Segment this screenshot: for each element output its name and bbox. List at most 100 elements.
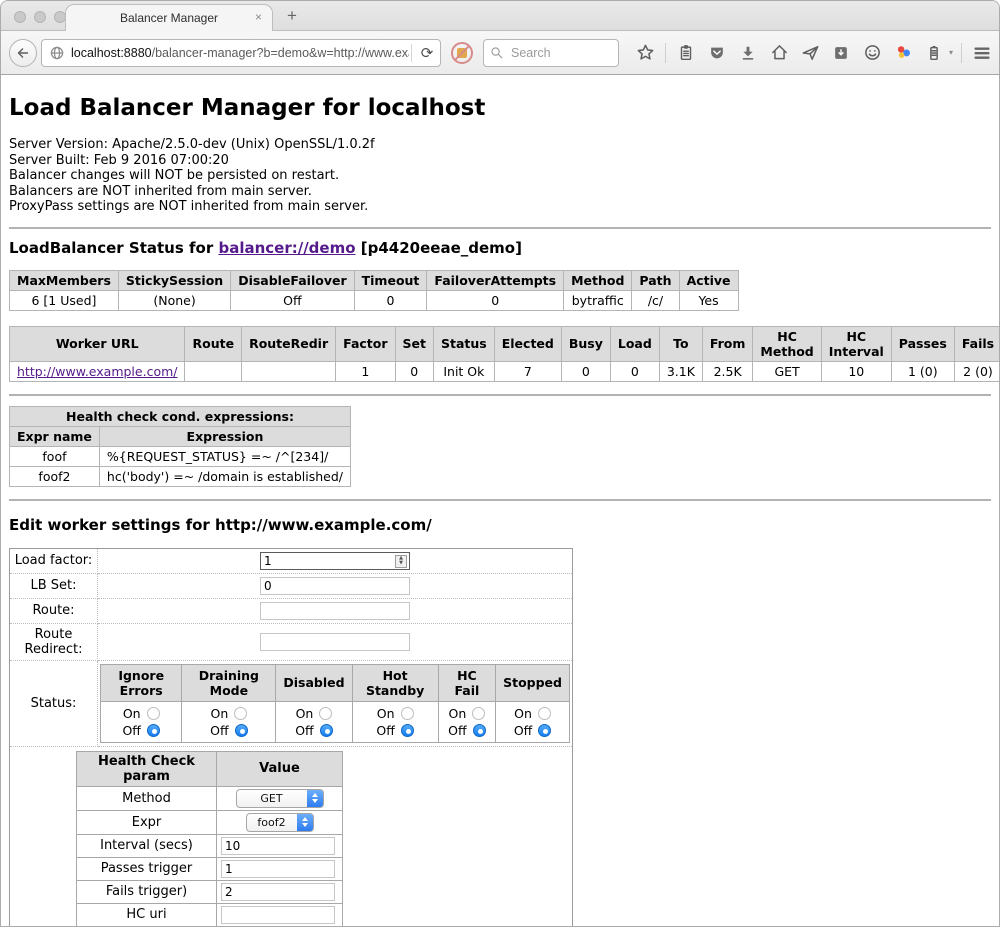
column-header: Hot Standby (352, 664, 438, 701)
table-cell: %{REQUEST_STATUS} =~ /^[234]/ (99, 446, 350, 466)
disabled-off-radio[interactable] (320, 724, 333, 737)
column-header: StickySession (118, 270, 230, 290)
edit-worker-form: Load factor: ▲▼ LB Set: Route: (9, 548, 573, 927)
column-header: MaxMembers (10, 270, 119, 290)
route-redirect-label: Route Redirect: (10, 623, 98, 660)
draining-mode-off-radio[interactable] (235, 724, 248, 737)
lb-set-input[interactable] (260, 577, 410, 595)
reading-list-icon[interactable] (674, 41, 698, 65)
pocket-icon[interactable] (705, 41, 729, 65)
hc-interval-input[interactable] (221, 837, 335, 855)
search-bar[interactable] (483, 39, 619, 67)
globe-icon (49, 45, 65, 61)
hc-method-label: Method (77, 786, 217, 810)
column-header: Fails (954, 326, 999, 361)
ignore-errors-on-radio[interactable] (147, 707, 160, 720)
table-cell: Off (231, 290, 354, 310)
column-header: Set (395, 326, 433, 361)
table-cell: 1 (336, 361, 395, 381)
page-title: Load Balancer Manager for localhost (9, 95, 991, 121)
status-toggle-table: Ignore Errors Draining Mode Disabled Hot… (100, 664, 570, 743)
server-built-line: Server Built: Feb 9 2016 07:00:20 (9, 153, 991, 169)
table-cell: 0 (561, 361, 610, 381)
health-check-param-table: Health Check param Value Method GET (76, 751, 343, 927)
column-header: Path (632, 270, 679, 290)
stopped-on-radio[interactable] (538, 707, 551, 720)
menu-hamburger-icon[interactable] (970, 41, 994, 65)
minimize-window-button[interactable] (34, 11, 46, 23)
number-spinner-icon[interactable]: ▲▼ (395, 555, 407, 568)
balancer-demo-link[interactable]: balancer://demo (218, 239, 355, 257)
search-input[interactable] (509, 45, 609, 61)
column-header: HC Fail (438, 664, 495, 701)
disabled-on-radio[interactable] (319, 707, 332, 720)
back-button[interactable] (9, 39, 37, 67)
url-bar[interactable]: localhost:8880/balancer-manager?b=demo&w… (41, 39, 441, 67)
hc-passes-input[interactable] (221, 860, 335, 878)
battery-extension-icon[interactable] (922, 41, 946, 65)
draining-mode-on-radio[interactable] (234, 707, 247, 720)
off-label: Off (122, 722, 140, 739)
select-arrows-icon (307, 789, 323, 808)
hc-method-select[interactable]: GET (236, 789, 324, 808)
table-cell: foof2 (10, 466, 100, 486)
divider (9, 499, 991, 501)
load-factor-input[interactable] (260, 552, 410, 570)
url-domain: localhost:8880 (71, 46, 152, 60)
table-cell: http://www.example.com/ (10, 361, 185, 381)
downloads-icon[interactable] (736, 41, 760, 65)
table-cell: hc('body') =~ /domain is established/ (99, 466, 350, 486)
hc-uri-input[interactable] (221, 906, 335, 924)
table-cell: 0 (427, 290, 564, 310)
tab-close-icon[interactable]: × (255, 11, 262, 23)
lb-set-label: LB Set: (10, 573, 98, 598)
table-cell: 3.1K (659, 361, 702, 381)
health-check-expressions-table: Health check cond. expressions:Expr name… (9, 406, 351, 487)
on-label: On (449, 705, 467, 722)
route-label: Route: (10, 598, 98, 623)
hot-standby-on-radio[interactable] (401, 707, 414, 720)
url-divider (411, 44, 412, 62)
server-info: Server Version: Apache/2.5.0-dev (Unix) … (9, 137, 991, 215)
route-input[interactable] (260, 602, 410, 620)
content-blocked-icon[interactable] (451, 42, 473, 64)
window-controls (14, 11, 66, 23)
on-label: On (377, 705, 395, 722)
table-title: Health check cond. expressions: (10, 406, 351, 426)
hc-fail-off-radio[interactable] (473, 724, 486, 737)
close-window-button[interactable] (14, 11, 26, 23)
reload-button[interactable]: ⟳ (414, 40, 440, 66)
notice-line: ProxyPass settings are NOT inherited fro… (9, 199, 991, 215)
stopped-off-radio[interactable] (538, 724, 551, 737)
ignore-errors-off-radio[interactable] (147, 724, 160, 737)
hot-standby-off-radio[interactable] (401, 724, 414, 737)
bookmark-star-icon[interactable] (633, 41, 657, 65)
chevron-down-icon[interactable]: ▾ (949, 48, 953, 57)
hc-expr-label: Expr (77, 810, 217, 834)
column-header: Worker URL (10, 326, 185, 361)
on-label: On (123, 705, 141, 722)
column-header: Expr name (10, 426, 100, 446)
tab-balancer-manager[interactable]: Balancer Manager × (65, 4, 273, 31)
home-icon[interactable] (767, 41, 791, 65)
hc-fails-input[interactable] (221, 883, 335, 901)
toolbar-divider (665, 43, 666, 63)
url-path: /balancer-manager?b=demo&w=http://www.ex… (152, 46, 409, 60)
divider (9, 227, 991, 229)
search-icon (490, 46, 504, 60)
table-cell: 2.5K (702, 361, 753, 381)
route-redirect-input[interactable] (260, 633, 410, 651)
hc-expr-select[interactable]: foof2 (246, 813, 314, 832)
on-label: On (296, 705, 314, 722)
save-to-device-icon[interactable] (829, 41, 853, 65)
server-version-line: Server Version: Apache/2.5.0-dev (Unix) … (9, 137, 991, 153)
send-page-icon[interactable] (798, 41, 822, 65)
load-factor-row: Load factor: ▲▼ (10, 548, 573, 573)
colorpicker-extension-icon[interactable] (891, 41, 915, 65)
hc-fail-on-radio[interactable] (472, 707, 485, 720)
worker-url-link[interactable]: http://www.example.com/ (17, 364, 177, 379)
column-header: HC Interval (821, 326, 891, 361)
feedback-smiley-icon[interactable] (860, 41, 884, 65)
notice-line: Balancer changes will NOT be persisted o… (9, 168, 991, 184)
new-tab-button[interactable]: + (287, 6, 297, 26)
